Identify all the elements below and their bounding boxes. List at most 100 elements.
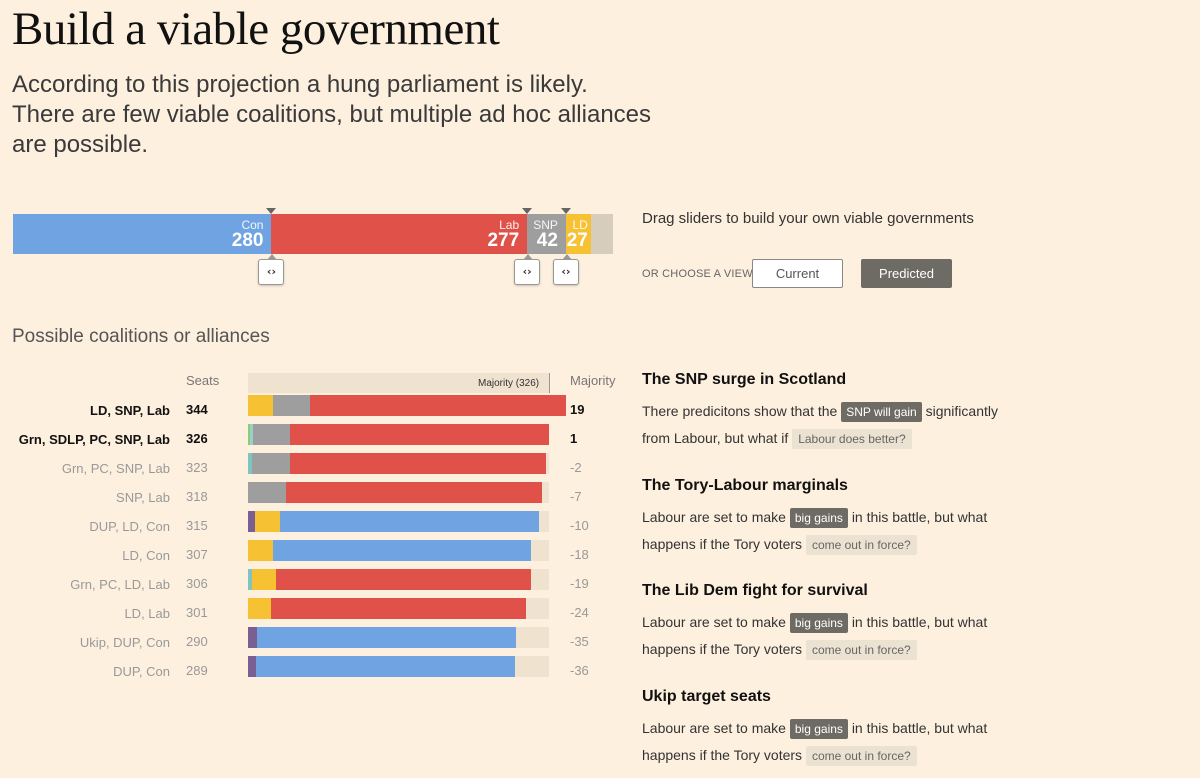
coalition-bar-track — [248, 656, 549, 677]
seat-segment-label: LD — [572, 218, 588, 232]
coalition-bar-segment — [257, 627, 516, 648]
coalition-label: Grn, PC, LD, Lab — [70, 577, 170, 592]
coalition-bar-segment — [285, 482, 542, 503]
coalition-seats: 326 — [186, 431, 208, 446]
slider-handle-con-lab[interactable]: ‹› — [258, 254, 285, 285]
coalition-bar-segment — [252, 424, 290, 445]
coalition-label: LD, Lab — [124, 606, 170, 621]
story-alternative-button[interactable]: come out in force? — [805, 535, 917, 555]
coalition-seats: 318 — [186, 489, 208, 504]
boundary-marker-icon — [266, 208, 277, 214]
coalition-bar-segment — [248, 482, 286, 503]
coalition-bar-track — [248, 424, 549, 445]
coalitions-title: Possible coalitions or alliances — [12, 326, 270, 347]
coalition-bar-segment — [290, 453, 547, 474]
boundary-marker-icon — [560, 208, 571, 214]
coalition-bar-track — [248, 598, 549, 619]
story-text-part: Labour are set to make — [642, 509, 786, 525]
story-text-part: in this battle, but what — [851, 614, 988, 630]
coalition-label: DUP, LD, Con — [89, 519, 170, 534]
coalition-bar-segment — [248, 598, 272, 619]
seat-segment-con: Con 280 — [13, 214, 272, 254]
drag-hint: Drag sliders to build your own viable go… — [642, 210, 974, 227]
story-text-part: Labour are set to make — [642, 614, 786, 630]
seat-segment-label: Lab — [499, 218, 520, 232]
boundary-marker-icon — [522, 208, 533, 214]
coalition-seats: 289 — [186, 663, 208, 678]
story-scenario-button[interactable]: big gains — [789, 719, 848, 739]
seat-segment-label: Con — [241, 218, 264, 232]
coalition-bar-track — [248, 482, 549, 503]
story-text-part: in this battle, but what — [851, 720, 988, 736]
story-title: Ukip target seats — [642, 688, 771, 705]
page-title: Build a viable government — [12, 3, 500, 55]
coalition-bar-track — [248, 540, 549, 561]
coalition-bar-segment — [272, 540, 532, 561]
story-text-part: happens if the Tory voters — [642, 641, 803, 657]
coalition-bar-segment — [248, 627, 258, 648]
coalition-majority: -10 — [570, 518, 589, 533]
seat-segment-label: SNP — [533, 218, 558, 232]
coalition-bar-segment — [289, 424, 549, 445]
coalition-bar-track — [248, 569, 549, 590]
seats-column-header: Seats — [186, 373, 220, 388]
seat-segment-snp: SNP 42 — [527, 214, 566, 254]
coalition-bar-segment — [271, 598, 526, 619]
predicted-view-button[interactable]: Predicted — [861, 259, 952, 288]
seat-segment-ld: LD 27 — [565, 214, 591, 254]
coalition-bar-segment — [251, 453, 291, 474]
story-title: The SNP surge in Scotland — [642, 371, 847, 388]
story-text-part: happens if the Tory voters — [642, 747, 803, 763]
coalition-label: LD, Con — [122, 548, 170, 563]
coalition-majority: -19 — [570, 576, 589, 591]
coalition-seats: 307 — [186, 547, 208, 562]
coalition-bar-segment — [248, 656, 257, 677]
coalition-seats: 344 — [186, 402, 208, 417]
coalition-bar-track — [248, 395, 566, 416]
majority-marker-line — [549, 373, 550, 393]
story-text-part: in this battle, but what — [851, 509, 988, 525]
coalition-bar-segment — [248, 395, 273, 416]
seat-segment-other — [590, 214, 613, 254]
slider-handle-lab-snp[interactable]: ‹› — [514, 254, 541, 285]
story-text-part: happens if the Tory voters — [642, 536, 803, 552]
coalition-bar-segment — [280, 511, 539, 532]
coalition-majority: -36 — [570, 663, 589, 678]
coalition-majority: 1 — [570, 431, 578, 446]
story-text: There predicitons show that the SNP will… — [642, 398, 1022, 452]
seat-segment-value: 277 — [487, 230, 520, 251]
story-text-part: from Labour, but what if — [642, 430, 789, 446]
coalition-label: Ukip, DUP, Con — [79, 635, 170, 650]
coalition-bar-segment — [255, 511, 281, 532]
story-alternative-button[interactable]: Labour does better? — [792, 429, 912, 449]
story-alternative-button[interactable]: come out in force? — [805, 746, 917, 766]
coalition-seats: 306 — [186, 576, 208, 591]
story-text-part: There predicitons show that the — [642, 403, 838, 419]
coalition-seats: 323 — [186, 460, 208, 475]
story-text-part: significantly — [925, 403, 998, 419]
story-block: Ukip target seats Labour are set to make … — [642, 688, 1022, 769]
story-scenario-button[interactable]: big gains — [789, 508, 848, 528]
story-alternative-button[interactable]: come out in force? — [805, 640, 917, 660]
coalition-bar-segment — [272, 395, 310, 416]
story-scenario-button[interactable]: big gains — [789, 613, 848, 633]
coalition-majority: -7 — [570, 489, 582, 504]
coalition-bar-segment — [248, 540, 273, 561]
story-text: Labour are set to make big gains in this… — [642, 715, 1022, 769]
coalition-label: DUP, Con — [113, 664, 170, 679]
current-view-button[interactable]: Current — [752, 259, 843, 288]
coalition-label: LD, SNP, Lab — [90, 403, 170, 418]
story-text: Labour are set to make big gains in this… — [642, 504, 1022, 558]
coalition-bar-segment — [275, 569, 531, 590]
story-text-part: Labour are set to make — [642, 720, 786, 736]
story-title: The Tory-Labour marginals — [642, 477, 848, 494]
seat-segment-value: 280 — [231, 230, 264, 251]
slider-handle-snp-ld[interactable]: ‹› — [552, 254, 579, 285]
coalition-seats: 290 — [186, 634, 208, 649]
coalition-seats: 315 — [186, 518, 208, 533]
coalition-row[interactable]: DUP, Con 289 -36 — [0, 656, 630, 692]
story-scenario-button[interactable]: SNP will gain — [841, 402, 922, 422]
seat-bar: Con 280 Lab 277 SNP 42 LD 27 ‹› ‹› ‹› — [13, 208, 613, 285]
story-text: Labour are set to make big gains in this… — [642, 609, 1022, 663]
seat-segment-value: 27 — [566, 230, 588, 251]
